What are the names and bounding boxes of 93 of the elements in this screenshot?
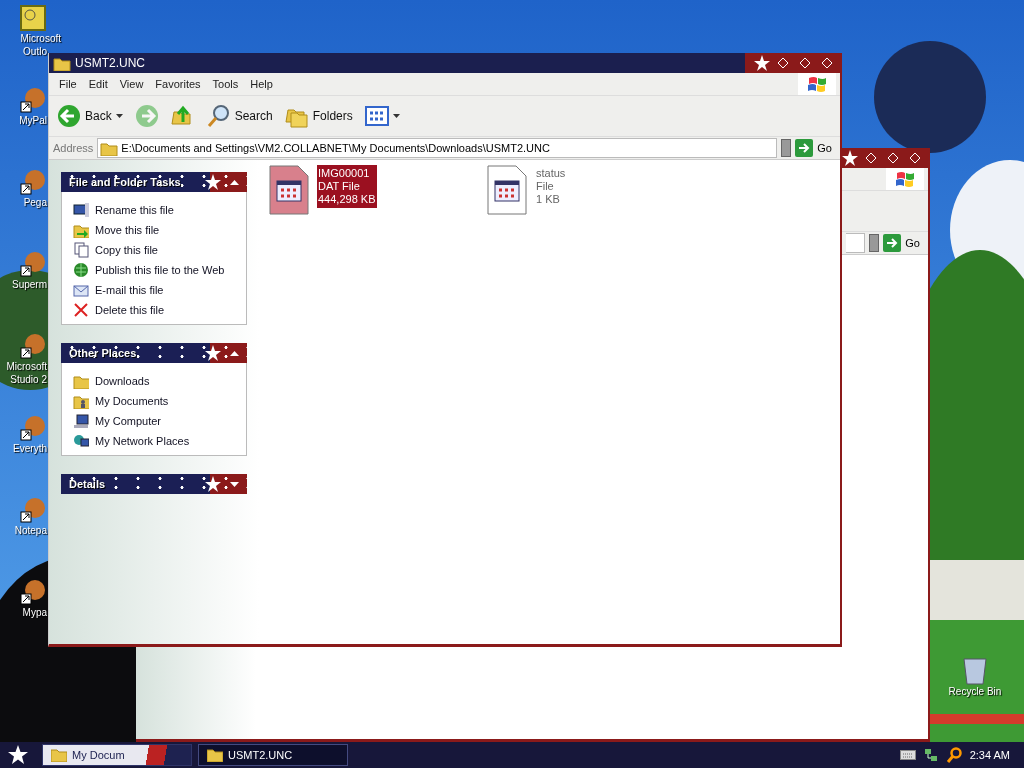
icon-label[interactable]: Superm: [12, 278, 47, 291]
go-button[interactable]: Go: [883, 234, 924, 252]
windows-logo-icon: [806, 74, 828, 94]
star-icon: [205, 476, 221, 492]
back-button[interactable]: Back: [55, 102, 125, 130]
diamond-icon: [799, 57, 811, 69]
menu-item[interactable]: Favorites: [149, 74, 207, 94]
folder-icon: [51, 748, 67, 762]
recycle-bin-icon[interactable]: [962, 655, 988, 685]
globe-icon: [73, 262, 89, 278]
documents-icon: [73, 393, 89, 409]
shortcut-icon[interactable]: [19, 250, 47, 278]
chevron-icon: [229, 481, 239, 487]
scroll-handle[interactable]: [781, 139, 792, 157]
pages-icon: [73, 242, 89, 258]
task-link[interactable]: My Network Places: [95, 435, 190, 447]
magnifier-icon: [206, 104, 231, 128]
task-link[interactable]: My Documents: [95, 395, 169, 407]
shortcut-icon[interactable]: [19, 578, 47, 606]
caret-icon: [392, 114, 400, 118]
network-icon: [73, 433, 89, 449]
chevron-icon: [229, 350, 239, 356]
menu-item[interactable]: Edit: [82, 74, 114, 94]
folder-icon: [100, 140, 119, 156]
computer-icon: [73, 413, 89, 429]
chevron-icon: [229, 179, 239, 185]
task-link[interactable]: Delete this file: [95, 304, 165, 316]
views-icon: [364, 104, 389, 128]
menu-item[interactable]: Help: [244, 74, 279, 94]
taskbar-button[interactable]: USMT2.UNC: [198, 744, 348, 766]
shortcut-icon[interactable]: [19, 332, 47, 360]
monitor-icon: [73, 202, 89, 218]
icon-label[interactable]: Studio 2: [10, 373, 47, 386]
clock: 2:34 AM: [969, 749, 1010, 761]
icon-label[interactable]: Recycle Bin: [948, 685, 1002, 698]
star-icon: [205, 345, 221, 361]
panel-title[interactable]: File and Folder Tasks: [69, 176, 205, 188]
address-field[interactable]: E:\Documents and Settings\VM2.COLLABNET\My Documents\Downloads\USMT2.UNC: [97, 138, 778, 158]
file-details[interactable]: status File 1 KB: [535, 165, 567, 208]
address-label: Address: [53, 142, 94, 154]
scroll-handle[interactable]: [869, 234, 880, 252]
folder-icon: [73, 373, 89, 389]
star-icon: [8, 745, 28, 765]
folder-icon: [53, 55, 71, 71]
search-button[interactable]: Search: [204, 102, 275, 130]
file-details[interactable]: IMG00001 DAT File 444,298 KB: [317, 165, 377, 208]
menu-item[interactable]: View: [113, 74, 150, 94]
folder-arrow-icon: [73, 222, 89, 238]
panel-title[interactable]: Other Places: [69, 347, 205, 359]
task-link[interactable]: E-mail this file: [95, 284, 164, 296]
shortcut-icon[interactable]: [19, 86, 47, 114]
folders-button[interactable]: Folders: [282, 102, 355, 130]
shortcut-icon[interactable]: [19, 496, 47, 524]
icon-label[interactable]: Outlo: [23, 45, 47, 58]
network-icon[interactable]: [923, 748, 938, 762]
task-link[interactable]: Downloads: [95, 375, 150, 387]
star-icon: [205, 174, 221, 190]
menu-item[interactable]: File: [53, 74, 83, 94]
task-link[interactable]: Publish this file to the Web: [95, 264, 225, 276]
icon-label[interactable]: MyPal: [19, 114, 47, 127]
shortcut-icon[interactable]: [19, 168, 47, 196]
go-button[interactable]: Go: [795, 139, 836, 157]
shortcut-icon[interactable]: [19, 414, 47, 442]
icon-label[interactable]: Pega: [23, 196, 47, 209]
diamond-icon: [777, 57, 789, 69]
task-link[interactable]: Copy this file: [95, 244, 158, 256]
star-icon: [754, 55, 770, 71]
envelope-icon: [73, 282, 89, 298]
delete-icon: [73, 302, 89, 318]
diamond-icon: [865, 152, 877, 164]
keyboard-icon[interactable]: [899, 750, 916, 760]
folder-icon: [207, 748, 223, 762]
icon-label[interactable]: Microsoft: [20, 32, 61, 45]
icon-label[interactable]: Everyth: [13, 442, 47, 455]
calendar-icon[interactable]: [19, 4, 47, 32]
diamond-icon: [909, 152, 921, 164]
window-title: USMT2.UNC: [75, 56, 146, 70]
caret-icon: [115, 114, 123, 118]
icon-label[interactable]: Mypa: [22, 606, 47, 619]
address-field[interactable]: [846, 233, 866, 253]
task-link[interactable]: My Computer: [95, 415, 162, 427]
diamond-icon: [821, 57, 833, 69]
task-link[interactable]: Move this file: [95, 224, 160, 236]
search-icon[interactable]: [945, 747, 962, 763]
diamond-icon: [887, 152, 899, 164]
file-icon[interactable]: [487, 165, 527, 215]
panel-title[interactable]: Details: [69, 478, 205, 490]
windows-logo-icon: [894, 169, 916, 189]
task-link[interactable]: Rename this file: [95, 204, 174, 216]
taskbar-button[interactable]: My Docum: [42, 744, 192, 766]
icon-label[interactable]: Microsoft: [6, 360, 47, 373]
file-icon[interactable]: [269, 165, 309, 215]
menu-item[interactable]: Tools: [206, 74, 245, 94]
